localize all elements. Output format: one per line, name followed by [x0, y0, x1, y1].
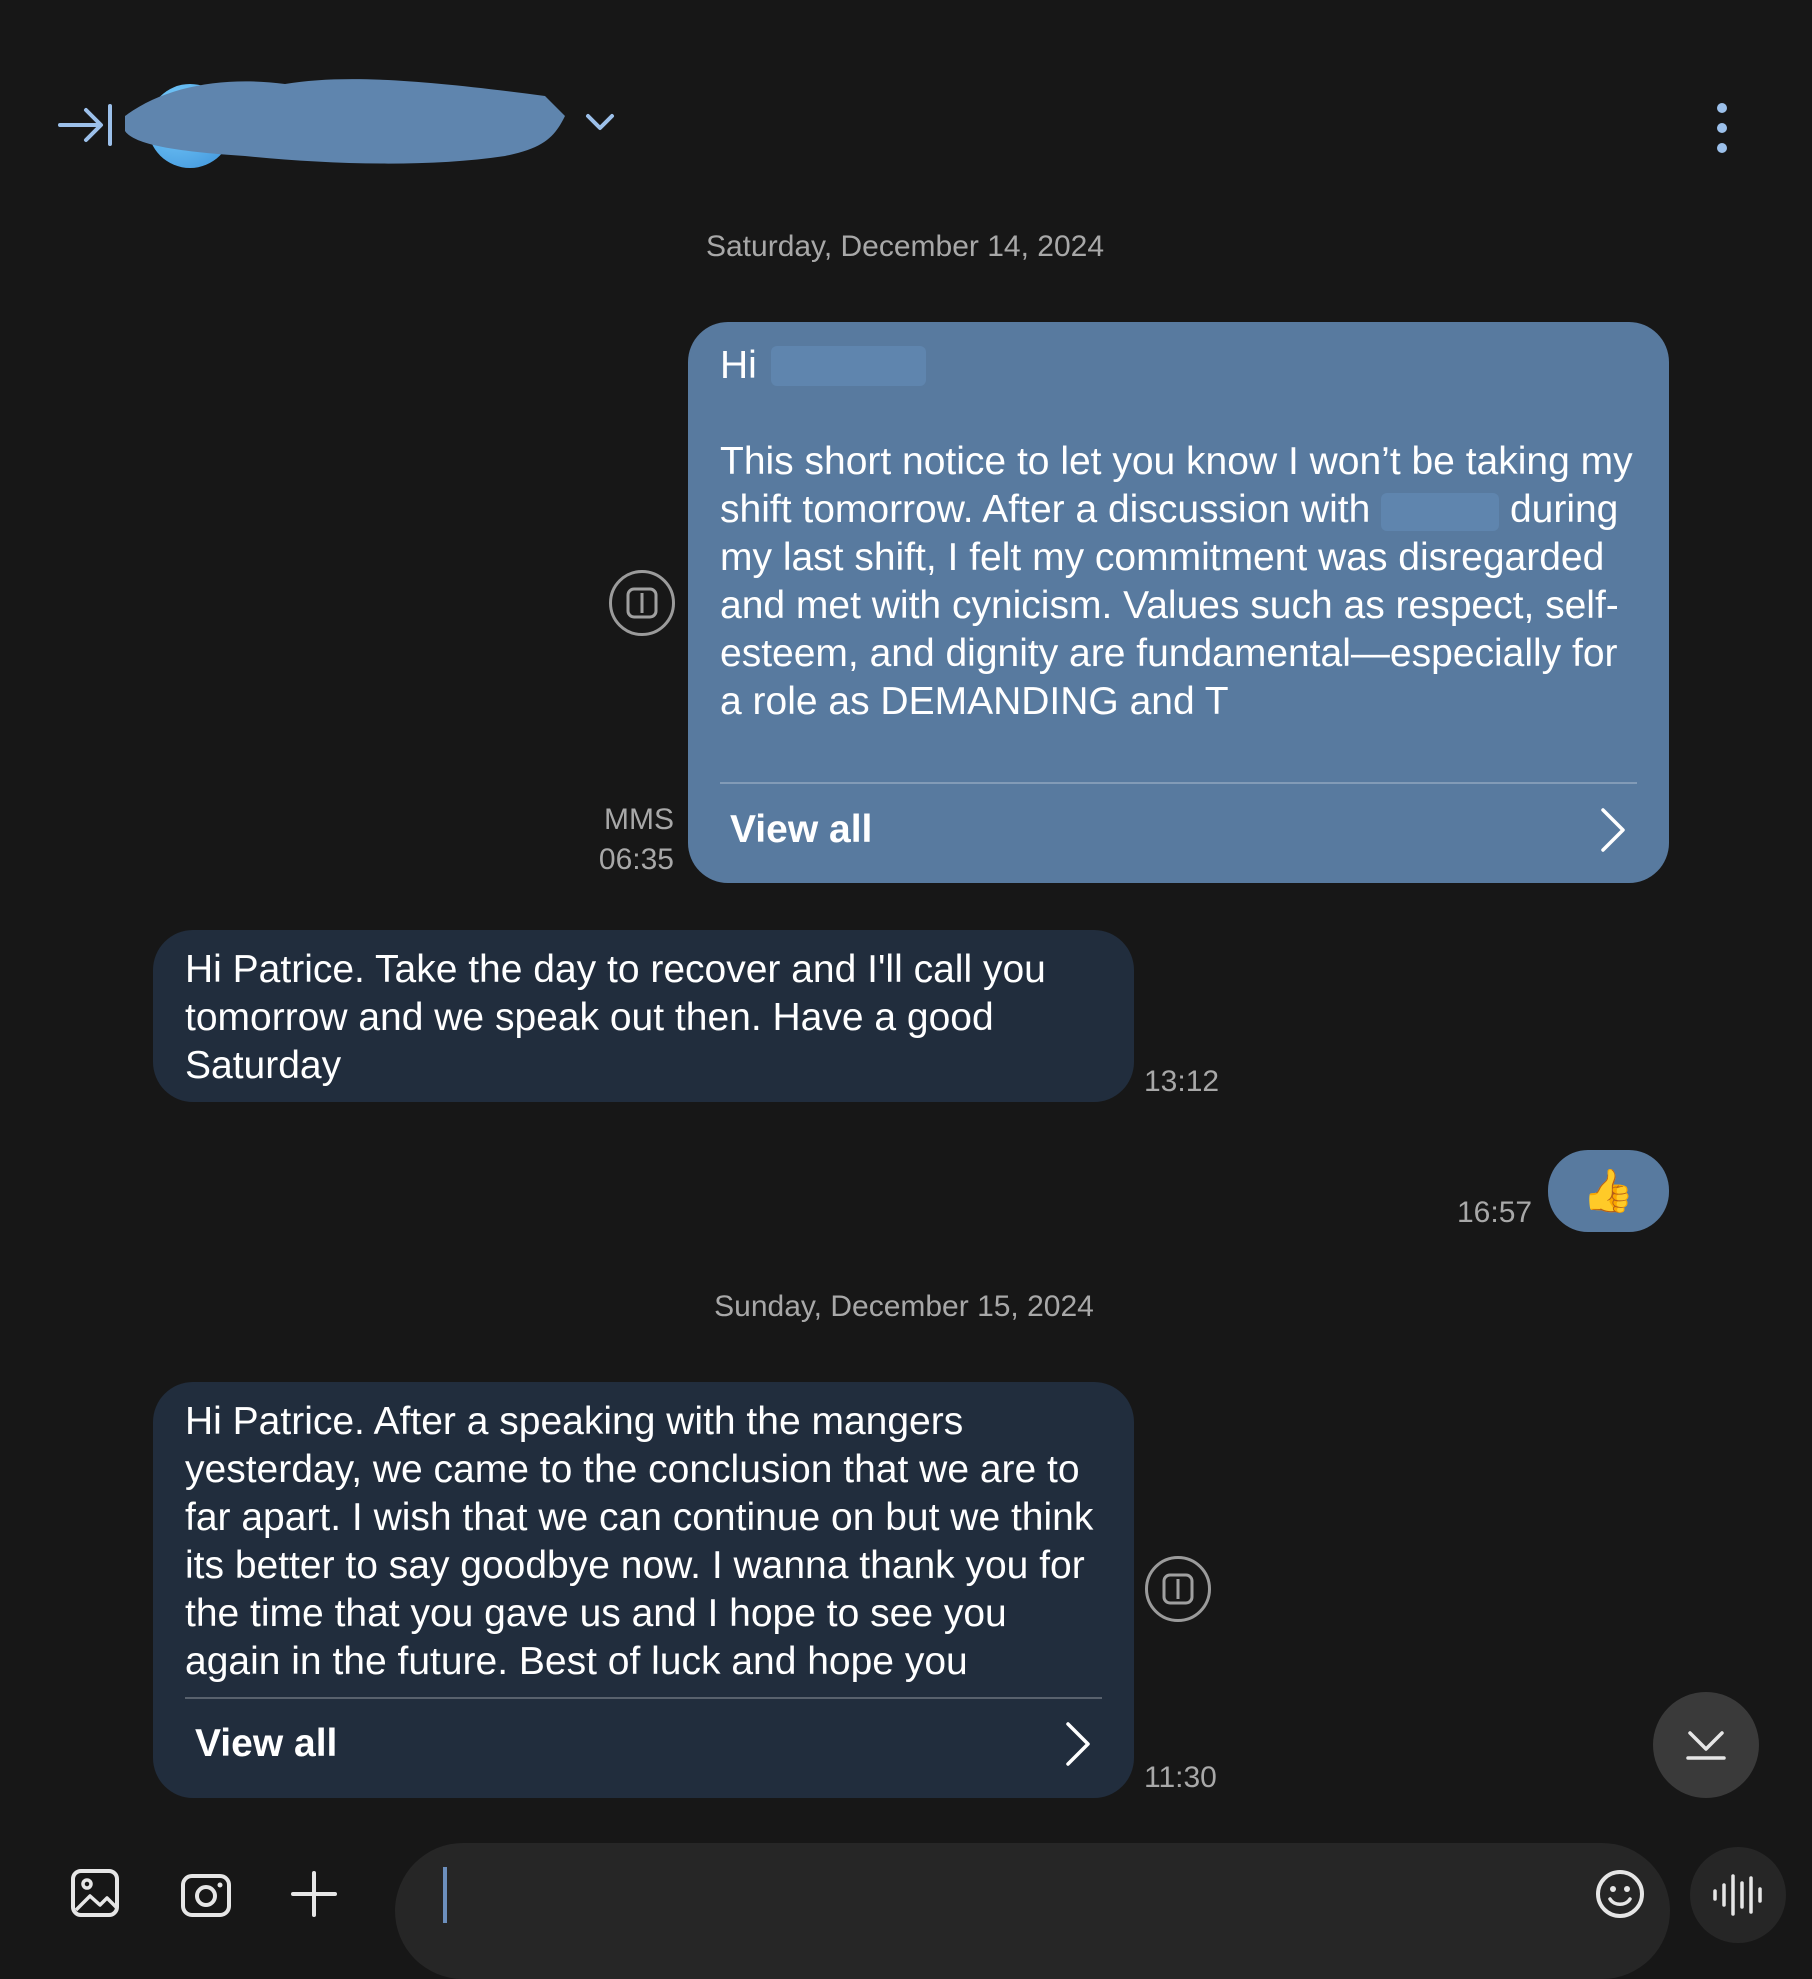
message-meta: MMS 06:35 [570, 800, 674, 880]
view-all-label: View all [195, 1722, 338, 1765]
message-time: 16:57 [1457, 1196, 1533, 1229]
divider [185, 1697, 1102, 1699]
message-bubble-incoming[interactable]: Hi Patrice. After a speaking with the ma… [153, 1382, 1134, 1798]
view-all-button[interactable]: View all [730, 794, 1627, 866]
chevron-down-icon[interactable] [580, 108, 620, 138]
image-icon[interactable] [70, 1868, 120, 1918]
date-separator: Sunday, December 15, 2024 [714, 1290, 1094, 1323]
thumbs-up-emoji: 👍 [1582, 1167, 1635, 1214]
message-time: 06:35 [598, 843, 674, 876]
arrow-down-to-line-icon [1686, 1731, 1726, 1760]
share-icon-button[interactable] [609, 570, 675, 636]
message-text: Hi Patrice. After a speaking with the ma… [185, 1400, 1094, 1683]
collapse-right-icon[interactable] [56, 100, 116, 150]
message-input[interactable] [395, 1843, 1670, 1979]
emoji-bubble-outgoing[interactable]: 👍 [1548, 1150, 1669, 1232]
message-text: Hi Patrice. Take the day to recover and … [185, 948, 1046, 1087]
message-bubble-incoming[interactable]: Hi Patrice. Take the day to recover and … [153, 930, 1134, 1102]
voice-waveform-icon [1713, 1874, 1762, 1916]
divider [720, 782, 1637, 784]
message-bubble-outgoing[interactable]: Hi This short notice to let you know I w… [688, 322, 1669, 883]
date-separator: Saturday, December 14, 2024 [705, 230, 1104, 263]
message-time: 13:12 [1144, 1065, 1220, 1098]
voice-input-button[interactable] [1690, 1847, 1786, 1943]
smiley-icon[interactable] [1594, 1868, 1646, 1920]
more-vertical-icon[interactable] [1700, 100, 1744, 156]
chevron-right-icon [1066, 1722, 1090, 1766]
plus-icon[interactable] [290, 1870, 338, 1918]
message-greeting: Hi [720, 344, 757, 387]
message-type-label: MMS [604, 803, 674, 836]
text-cursor [443, 1867, 447, 1923]
camera-icon[interactable] [180, 1870, 232, 1918]
contact-name-redaction[interactable] [125, 76, 575, 168]
share-icon-button[interactable] [1145, 1556, 1211, 1622]
scroll-to-bottom-button[interactable] [1653, 1692, 1759, 1798]
chevron-right-icon [1601, 808, 1625, 852]
message-time: 11:30 [1144, 1761, 1217, 1794]
view-all-button[interactable]: View all [195, 1708, 1092, 1780]
view-all-label: View all [730, 808, 873, 851]
message-body: This short notice to let you know I won’… [720, 438, 1637, 726]
redacted-name [1381, 492, 1500, 531]
share-icon [626, 587, 658, 619]
redacted-name [770, 346, 926, 386]
share-icon [1162, 1573, 1194, 1605]
